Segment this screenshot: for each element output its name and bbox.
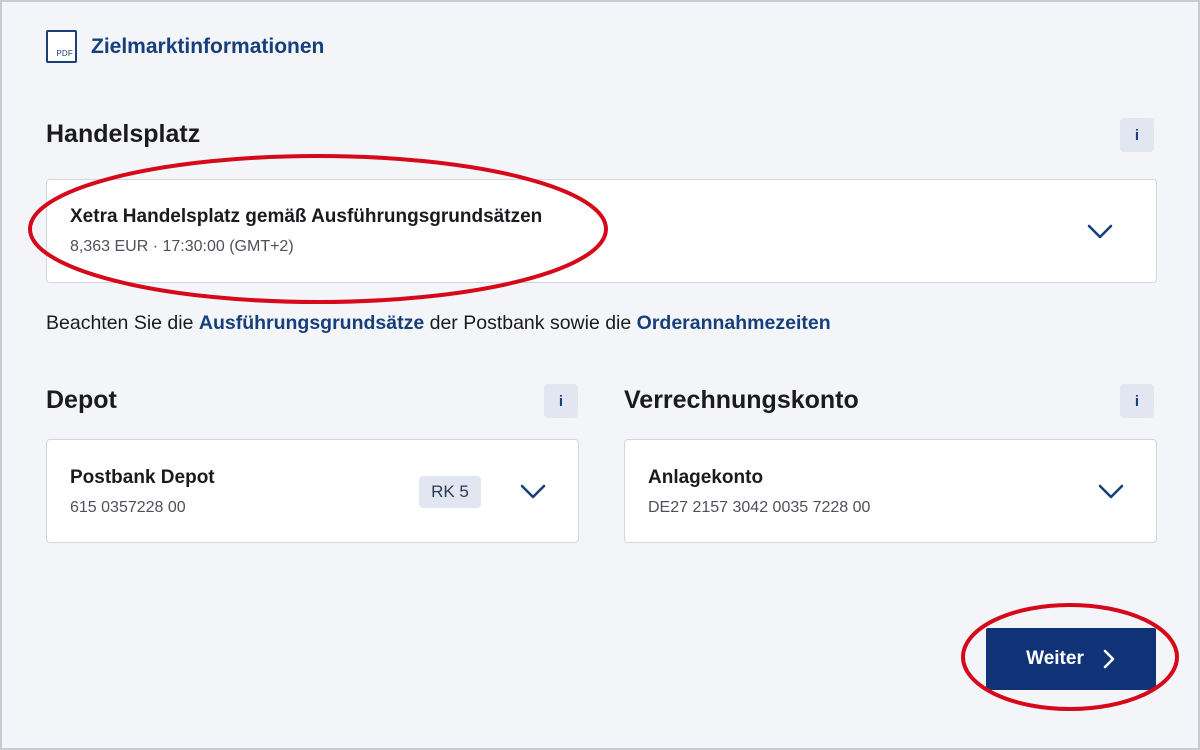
depot-selected-name: Postbank Depot (70, 467, 215, 488)
pdf-link-label[interactable]: Zielmarktinformationen (91, 35, 324, 59)
handelsplatz-select[interactable]: Xetra Handelsplatz gemäß Ausführungsgrun… (46, 179, 1157, 283)
zielmarkt-pdf-link[interactable]: PDF Zielmarktinformationen (46, 30, 324, 63)
verrechnungskonto-info-button[interactable]: i (1120, 384, 1154, 418)
depot-select[interactable]: Postbank Depot 615 0357228 00 RK 5 (46, 439, 579, 543)
depot-number: 615 0357228 00 (70, 499, 186, 516)
verrechnungskonto-select[interactable]: Anlagekonto DE27 2157 3042 0035 7228 00 (624, 439, 1157, 543)
verrechnungskonto-selected-name: Anlagekonto (648, 467, 764, 488)
depot-title: Depot (46, 386, 117, 414)
execution-notice: Beachten Sie die Ausführungsgrundsätze d… (46, 312, 831, 335)
verrechnungskonto-title: Verrechnungskonto (624, 386, 859, 414)
pdf-file-icon: PDF (46, 30, 77, 63)
orderannahmezeiten-link[interactable]: Orderannahmezeiten (637, 312, 831, 334)
handelsplatz-selected-detail: 8,363 EUR · 17:30:00 (GMT+2) (70, 238, 294, 255)
ausfuehrungsgrundsaetze-link[interactable]: Ausführungsgrundsätze (199, 312, 424, 334)
weiter-label: Weiter (1026, 648, 1084, 669)
notice-text-before: Beachten Sie die (46, 312, 199, 334)
risk-class-badge: RK 5 (419, 476, 481, 508)
chevron-down-icon (520, 484, 546, 499)
notice-text-middle: der Postbank sowie die (424, 312, 637, 334)
handelsplatz-info-button[interactable]: i (1120, 118, 1154, 152)
chevron-right-icon (1103, 649, 1115, 669)
chevron-down-icon (1098, 484, 1124, 499)
handelsplatz-title: Handelsplatz (46, 120, 201, 148)
weiter-button[interactable]: Weiter (986, 628, 1156, 690)
pdf-icon-text: PDF (56, 49, 73, 58)
handelsplatz-selected-name: Xetra Handelsplatz gemäß Ausführungsgrun… (70, 206, 543, 227)
verrechnungskonto-iban: DE27 2157 3042 0035 7228 00 (648, 499, 871, 516)
chevron-down-icon (1087, 224, 1113, 239)
depot-info-button[interactable]: i (544, 384, 578, 418)
